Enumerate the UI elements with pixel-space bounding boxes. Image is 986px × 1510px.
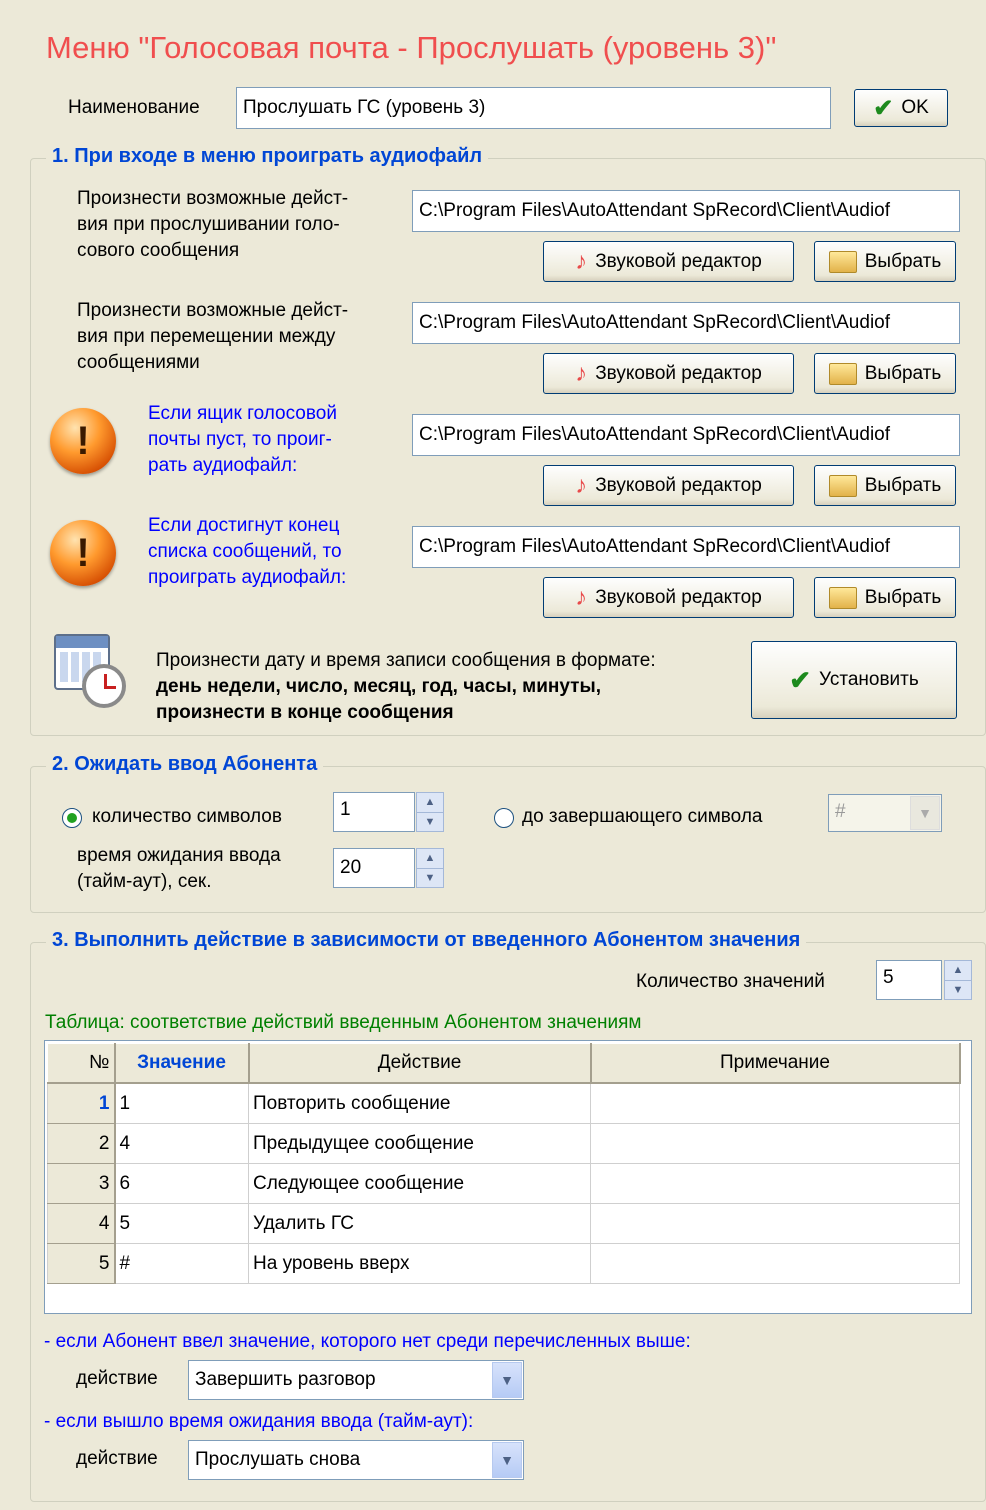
- values-count-input[interactable]: 5: [876, 960, 942, 1000]
- row-number: 2: [47, 1123, 116, 1164]
- cell-value[interactable]: 6: [114, 1163, 249, 1204]
- spin-down-icon: ▼: [417, 811, 443, 832]
- row2-label: Произнести возможные дейст- вия при пере…: [77, 300, 349, 373]
- row3-path-input[interactable]: C:\Program Files\AutoAttendant SpRecord\…: [412, 414, 960, 456]
- chevron-down-icon[interactable]: ▼: [492, 1442, 522, 1478]
- timeout-text: - если вышло время ожидания ввода (тайм-…: [44, 1411, 474, 1432]
- radio-symbol-count[interactable]: [62, 808, 82, 828]
- row1-sound-editor-button[interactable]: ♪ Звуковой редактор: [543, 241, 794, 282]
- warning-icon: !: [50, 408, 116, 474]
- cell-value[interactable]: 5: [114, 1203, 249, 1244]
- col-header-value[interactable]: Значение: [114, 1043, 250, 1084]
- cell-action[interactable]: Повторить сообщение: [248, 1082, 591, 1124]
- name-label: Наименование: [68, 97, 200, 118]
- table-row[interactable]: 4 5 Удалить ГС: [47, 1203, 960, 1244]
- datetime-position-text: произнести в конце сообщения: [156, 702, 454, 723]
- row-number: 5: [47, 1243, 116, 1284]
- row-number: 1: [47, 1082, 116, 1124]
- check-icon: ✔: [789, 664, 812, 695]
- radio-end-symbol-label: до завершающего символа: [522, 806, 763, 827]
- chevron-down-icon: ▼: [910, 796, 940, 830]
- row1-path-input[interactable]: C:\Program Files\AutoAttendant SpRecord\…: [412, 190, 960, 232]
- folder-icon: [828, 586, 857, 609]
- col-header-action[interactable]: Действие: [248, 1043, 592, 1084]
- no-match-action-label: действие: [76, 1368, 158, 1389]
- symbol-count-input[interactable]: 1: [333, 792, 415, 832]
- actions-table[interactable]: № Значение Действие Примечание 1 1 Повто…: [47, 1043, 961, 1284]
- no-match-text: - если Абонент ввел значение, которого н…: [44, 1331, 691, 1352]
- values-count-spinner[interactable]: ▲ ▼: [944, 960, 972, 1000]
- cell-action[interactable]: На уровень вверх: [248, 1243, 591, 1284]
- spin-up-icon: ▲: [952, 964, 964, 977]
- name-input[interactable]: Прослушать ГС (уровень 3): [236, 87, 831, 129]
- row-number: 4: [47, 1203, 116, 1244]
- row4-choose-button[interactable]: Выбрать: [814, 577, 956, 618]
- section2-title: 2. Ожидать ввод Абонента: [46, 753, 324, 776]
- spin-down-icon: ▼: [417, 867, 443, 888]
- timeout-spinner[interactable]: ▲ ▼: [416, 848, 444, 888]
- section1-title: 1. При входе в меню проиграть аудиофайл: [46, 145, 489, 168]
- cell-value[interactable]: #: [114, 1243, 249, 1284]
- radio-symbol-count-label: количество символов: [92, 806, 282, 827]
- radio-end-symbol[interactable]: [494, 808, 514, 828]
- set-button[interactable]: ✔ Установить: [751, 641, 957, 719]
- row4-path-input[interactable]: C:\Program Files\AutoAttendant SpRecord\…: [412, 526, 960, 568]
- folder-icon: [828, 474, 857, 497]
- table-row[interactable]: 2 4 Предыдущее сообщение: [47, 1123, 960, 1164]
- music-note-icon: ♪: [575, 247, 588, 275]
- row2-choose-button[interactable]: Выбрать: [814, 353, 956, 394]
- no-match-action-select[interactable]: Завершить разговор ▼: [188, 1360, 524, 1400]
- table-row[interactable]: 3 6 Следующее сообщение: [47, 1163, 960, 1204]
- spin-down-icon: ▼: [945, 979, 971, 1000]
- row3-sound-editor-button[interactable]: ♪ Звуковой редактор: [543, 465, 794, 506]
- row4-sound-editor-button[interactable]: ♪ Звуковой редактор: [543, 577, 794, 618]
- page-title: Меню "Голосовая почта - Прослушать (уров…: [46, 30, 777, 65]
- cell-value[interactable]: 1: [114, 1082, 249, 1124]
- timeout-action-label: действие: [76, 1448, 158, 1469]
- folder-icon: [828, 250, 857, 273]
- col-header-number[interactable]: №: [47, 1043, 116, 1084]
- cell-note[interactable]: [590, 1163, 960, 1204]
- row-number: 3: [47, 1163, 116, 1204]
- row2-path-input[interactable]: C:\Program Files\AutoAttendant SpRecord\…: [412, 302, 960, 344]
- chevron-down-icon[interactable]: ▼: [492, 1362, 522, 1398]
- timeout-label: время ожидания ввода (тайм-аут), сек.: [77, 845, 281, 892]
- cell-action[interactable]: Следующее сообщение: [248, 1163, 591, 1204]
- col-header-note[interactable]: Примечание: [590, 1043, 961, 1084]
- section3-title: 3. Выполнить действие в зависимости от в…: [46, 929, 807, 952]
- calendar-clock-icon: [52, 630, 130, 712]
- symbol-count-spinner[interactable]: ▲ ▼: [416, 792, 444, 832]
- cell-note[interactable]: [590, 1123, 960, 1164]
- datetime-text: Произнести дату и время записи сообщения…: [156, 650, 656, 671]
- row4-label: Если достигнут конец списка сообщений, т…: [148, 515, 347, 588]
- music-note-icon: ♪: [575, 583, 588, 611]
- row1-label: Произнести возможные дейст- вия при прос…: [77, 188, 349, 261]
- timeout-input[interactable]: 20: [333, 848, 415, 888]
- row1-choose-button[interactable]: Выбрать: [814, 241, 956, 282]
- music-note-icon: ♪: [575, 471, 588, 499]
- cell-value[interactable]: 4: [114, 1123, 249, 1164]
- folder-icon: [828, 362, 857, 385]
- row2-sound-editor-button[interactable]: ♪ Звуковой редактор: [543, 353, 794, 394]
- end-symbol-select: # ▼: [828, 794, 942, 832]
- cell-action[interactable]: Предыдущее сообщение: [248, 1123, 591, 1164]
- music-note-icon: ♪: [575, 359, 588, 387]
- row3-choose-button[interactable]: Выбрать: [814, 465, 956, 506]
- datetime-format-text: день недели, число, месяц, год, часы, ми…: [156, 676, 601, 697]
- table-caption: Таблица: соответствие действий введенным…: [45, 1012, 642, 1033]
- values-count-label: Количество значений: [636, 971, 825, 992]
- ok-button[interactable]: ✔ OK: [854, 89, 948, 127]
- cell-note[interactable]: [590, 1203, 960, 1244]
- cell-note[interactable]: [590, 1243, 960, 1284]
- spin-up-icon: ▲: [424, 852, 436, 865]
- cell-action[interactable]: Удалить ГС: [248, 1203, 591, 1244]
- spin-up-icon: ▲: [424, 796, 436, 809]
- row3-label: Если ящик голосовой почты пуст, то проиг…: [148, 403, 337, 476]
- check-icon: ✔: [873, 94, 894, 122]
- timeout-action-select[interactable]: Прослушать снова ▼: [188, 1440, 524, 1480]
- warning-icon: !: [50, 520, 116, 586]
- cell-note[interactable]: [590, 1082, 960, 1124]
- table-row[interactable]: 5 # На уровень вверх: [47, 1243, 960, 1284]
- table-row[interactable]: 1 1 Повторить сообщение: [47, 1082, 960, 1124]
